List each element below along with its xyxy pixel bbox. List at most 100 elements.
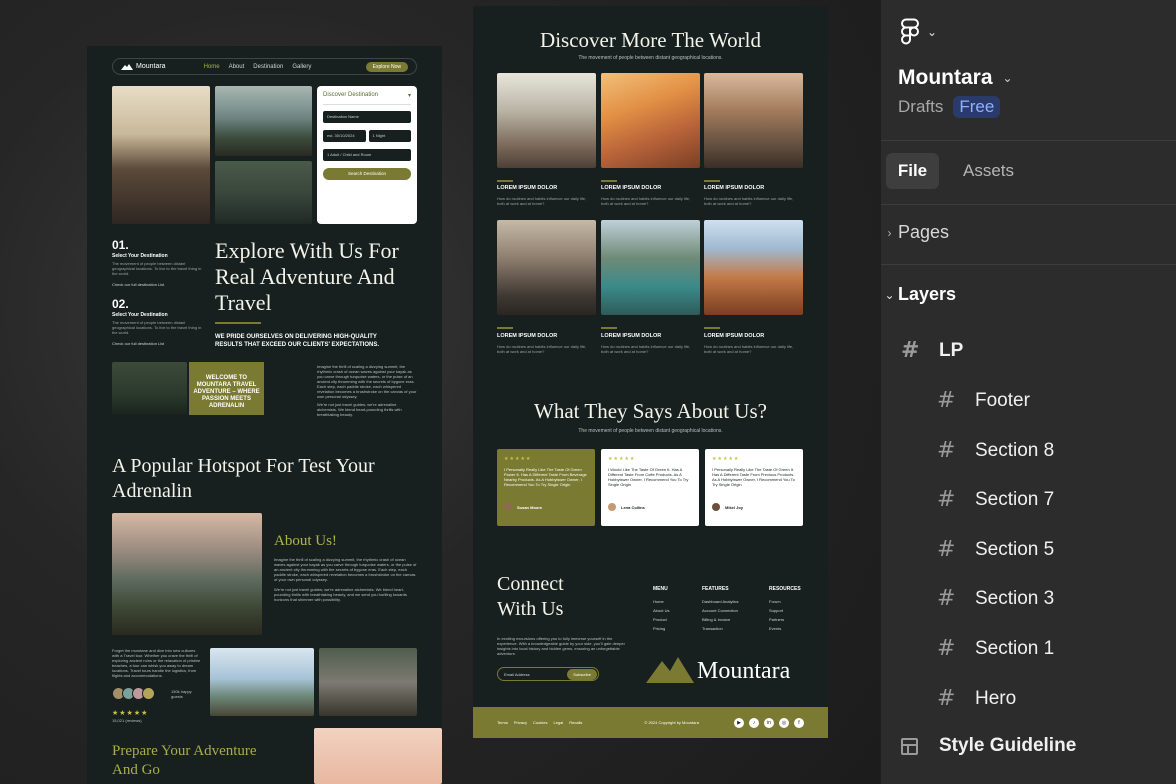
tiktok-icon[interactable]: ♪ (749, 717, 759, 728)
divider (881, 264, 1176, 265)
top-nav: Mountara Home About Destination Gallery … (112, 58, 417, 75)
layer-name: Section 8 (975, 439, 1055, 461)
author-name: Lena Collins (621, 504, 645, 510)
layer-hero[interactable]: # Hero (937, 686, 1016, 711)
footer-link[interactable]: Forum (769, 599, 801, 604)
footer-link[interactable]: Events (769, 626, 801, 631)
linkedin-icon[interactable]: in (764, 717, 774, 728)
testimonial-quote: I Personally Really Like The Taste Of Gr… (712, 467, 795, 487)
prepare-title: Prepare Your Adventure And Go (112, 743, 257, 778)
welcome-paragraph: Imagine the thrill of scaling a dizzying… (317, 364, 417, 399)
tab-file[interactable]: File (886, 153, 939, 189)
layer-section-7[interactable]: # Section 7 (937, 487, 1054, 512)
nav-logo[interactable]: Mountara (121, 63, 166, 70)
landing-page-artboard-right[interactable]: Discover More The World The movement of … (473, 6, 828, 738)
testimonial-card: ★★★★★ I Would Like The Taste Of Green It… (601, 449, 699, 526)
tab-assets[interactable]: Assets (963, 153, 1014, 189)
discover-photo-6 (704, 220, 803, 315)
discover-photo-4 (497, 220, 596, 315)
nav-link-home[interactable]: Home (204, 64, 220, 70)
figma-side-panel: ⌄ Mountara ⌄ Drafts Free File Assets › P… (880, 0, 1176, 784)
hero-photo-photographer (215, 161, 312, 224)
footer-link[interactable]: Transaction (702, 626, 738, 631)
frame-icon: # (937, 636, 956, 661)
subscribe-button[interactable]: Subscribe (567, 669, 597, 680)
mountain-logo-icon (646, 657, 694, 683)
youtube-icon[interactable]: ▶ (734, 717, 744, 728)
landing-page-artboard-left[interactable]: Mountara Home About Destination Gallery … (87, 46, 442, 784)
footer-link[interactable]: Partners (769, 617, 801, 622)
destination-field[interactable]: Destination Name (323, 111, 411, 123)
avatar (712, 503, 720, 511)
footer-link[interactable]: Product (653, 617, 669, 622)
nav-link-gallery[interactable]: Gallery (292, 64, 311, 70)
testimonial-author: Lena Collins (608, 503, 692, 511)
rating-stars: ★★★★★ (504, 456, 532, 462)
footer-link[interactable]: Home (653, 599, 669, 604)
layer-name: Section 3 (975, 587, 1055, 609)
card-title: LOREM IPSUM DOLOR (704, 185, 765, 191)
footer-link[interactable]: Billing & Invoice (702, 617, 738, 622)
social-icons: ▶ ♪ in ◎ f (734, 717, 804, 728)
explore-now-button[interactable]: Explore Now (365, 61, 408, 72)
chevron-down-icon: ⌄ (927, 24, 938, 39)
page-frame-icon (901, 737, 939, 755)
card-desc: How do routines and habits influence our… (601, 196, 691, 206)
card-title: LOREM IPSUM DOLOR (497, 185, 558, 191)
layer-lp[interactable]: # LP (901, 338, 963, 363)
footer-menu-column: MENU Home About Us Product Pricing (653, 586, 669, 635)
layer-section-5[interactable]: # Section 5 (937, 537, 1054, 562)
bottom-link[interactable]: Privacy (514, 720, 527, 725)
bottom-link[interactable]: Recalls (569, 720, 582, 725)
search-destination-button[interactable]: Search Destination (323, 168, 411, 180)
card-title: LOREM IPSUM DOLOR (601, 185, 662, 191)
avatar (504, 503, 512, 511)
card-desc: How do routines and habits influence our… (497, 196, 587, 206)
layers-section-toggle[interactable]: ⌄ Layers (881, 284, 956, 305)
chevron-down-icon: ⌄ (1002, 71, 1013, 85)
step-title: Select Your Destination (112, 312, 168, 318)
layer-name: Style Guideline (939, 735, 1077, 756)
nav-links: Home About Destination Gallery (204, 64, 312, 70)
layer-section-3[interactable]: # Section 3 (937, 586, 1054, 611)
search-card-title[interactable]: Discover Destination ▾ (323, 92, 411, 105)
card-title: LOREM IPSUM DOLOR (601, 333, 662, 339)
layer-section-8[interactable]: # Section 8 (937, 438, 1054, 463)
testimonial-quote: I Personally Really Like The Taste Of Gr… (504, 467, 587, 487)
footer-link[interactable]: Support (769, 608, 801, 613)
frame-icon: # (937, 438, 956, 463)
avatar (142, 687, 155, 700)
bottom-link[interactable]: Cookies (533, 720, 547, 725)
footer-link[interactable]: Pricing (653, 626, 669, 631)
figma-menu-button[interactable]: ⌄ (901, 18, 937, 45)
instagram-icon[interactable]: ◎ (779, 717, 789, 728)
file-name-dropdown[interactable]: Mountara ⌄ (898, 66, 1013, 90)
bottom-link[interactable]: Terms (497, 720, 508, 725)
layer-section-1[interactable]: # Section 1 (937, 636, 1054, 661)
pages-section-toggle[interactable]: › Pages (881, 222, 950, 243)
nav-link-about[interactable]: About (229, 64, 245, 70)
step-link[interactable]: Check our full destination List (112, 282, 202, 287)
layer-footer[interactable]: # Footer (937, 388, 1030, 413)
guests-field[interactable]: 1 Adult / Child and Room (323, 149, 411, 161)
layer-style-guideline[interactable]: Style Guideline (901, 735, 1076, 757)
nav-link-destination[interactable]: Destination (253, 64, 283, 70)
card-desc: How do routines and habits influence our… (704, 196, 794, 206)
footer-resources-column: RESOURCES Forum Support Partners Events (769, 586, 801, 635)
frame-icon: # (937, 537, 956, 562)
testimonial-title: What They Says About Us? (534, 399, 767, 423)
step-link[interactable]: Check our full destination List (112, 341, 202, 346)
discover-photo-5 (601, 220, 700, 315)
footer-link[interactable]: About Us (653, 608, 669, 613)
nights-field[interactable]: 1 Night (368, 130, 411, 142)
footer-link[interactable]: Account Connection (702, 608, 738, 613)
facebook-icon[interactable]: f (794, 717, 804, 728)
about-paragraph-2: We're not just travel guides; we're adre… (274, 587, 407, 602)
email-input[interactable]: Email Address Subscribe (497, 667, 599, 681)
bottom-link[interactable]: Legal (553, 720, 563, 725)
drafts-label[interactable]: Drafts (898, 97, 943, 117)
date-field[interactable]: est. 30/10/2024 (323, 130, 366, 142)
footer-brand: Mountara (697, 658, 791, 684)
plan-badge[interactable]: Free (953, 96, 1001, 118)
footer-link[interactable]: Dashboard Analytics (702, 599, 738, 604)
